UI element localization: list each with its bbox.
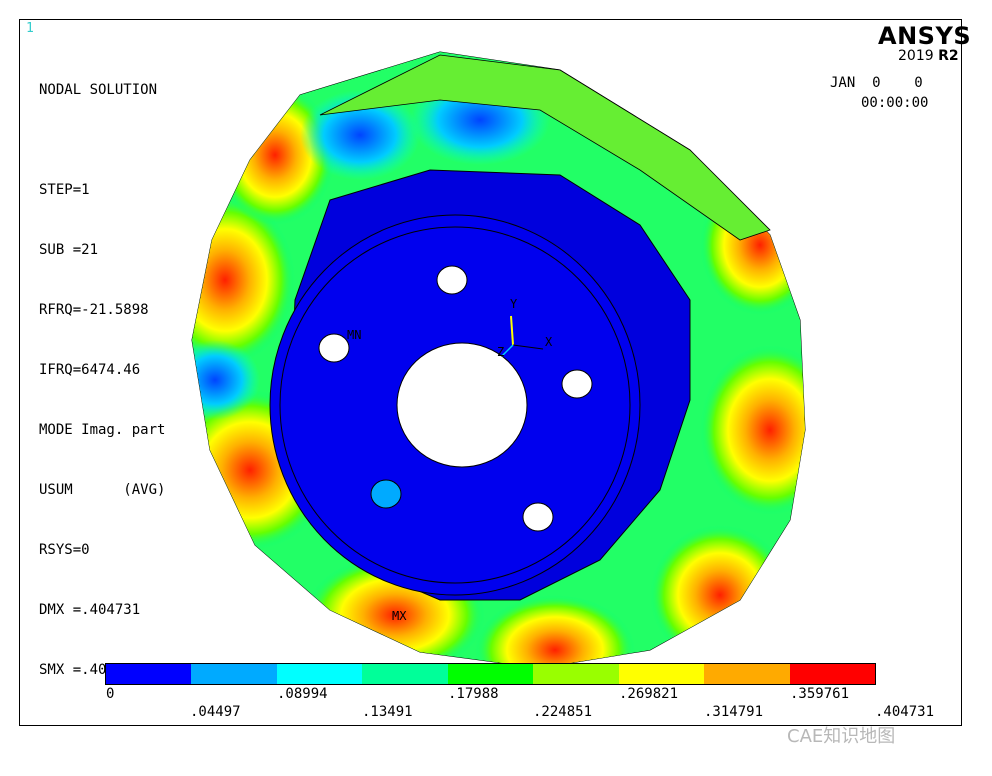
contour-legend-bar — [105, 663, 876, 685]
axis-x-label: X — [545, 335, 553, 349]
brake-disc-model: MN MX Y X Z — [191, 51, 806, 669]
legend-band — [789, 664, 875, 684]
legend-tick: .359761 — [790, 686, 850, 702]
legend-tick: .08994 — [277, 686, 328, 702]
axis-y-label: Y — [510, 297, 518, 311]
legend-band — [704, 664, 790, 684]
legend-band — [447, 664, 534, 684]
legend-band — [106, 664, 192, 684]
legend-tick: .04497 — [190, 704, 241, 720]
watermark: CAE知识地图 — [787, 726, 896, 747]
legend-tick: .269821 — [619, 686, 679, 702]
legend-band — [618, 664, 705, 684]
legend-band — [191, 664, 277, 684]
max-label: MX — [392, 609, 407, 623]
legend-tick: .17988 — [448, 686, 499, 702]
legend-tick: 0 — [106, 686, 115, 702]
legend-band — [276, 664, 363, 684]
legend-band — [362, 664, 448, 684]
legend-tick: .404731 — [875, 704, 935, 720]
legend-tick: .224851 — [533, 704, 593, 720]
legend-band — [533, 664, 619, 684]
legend-tick: .13491 — [362, 704, 413, 720]
axis-z-label: Z — [497, 345, 504, 359]
min-label: MN — [347, 328, 361, 342]
legend-tick: .314791 — [704, 704, 764, 720]
